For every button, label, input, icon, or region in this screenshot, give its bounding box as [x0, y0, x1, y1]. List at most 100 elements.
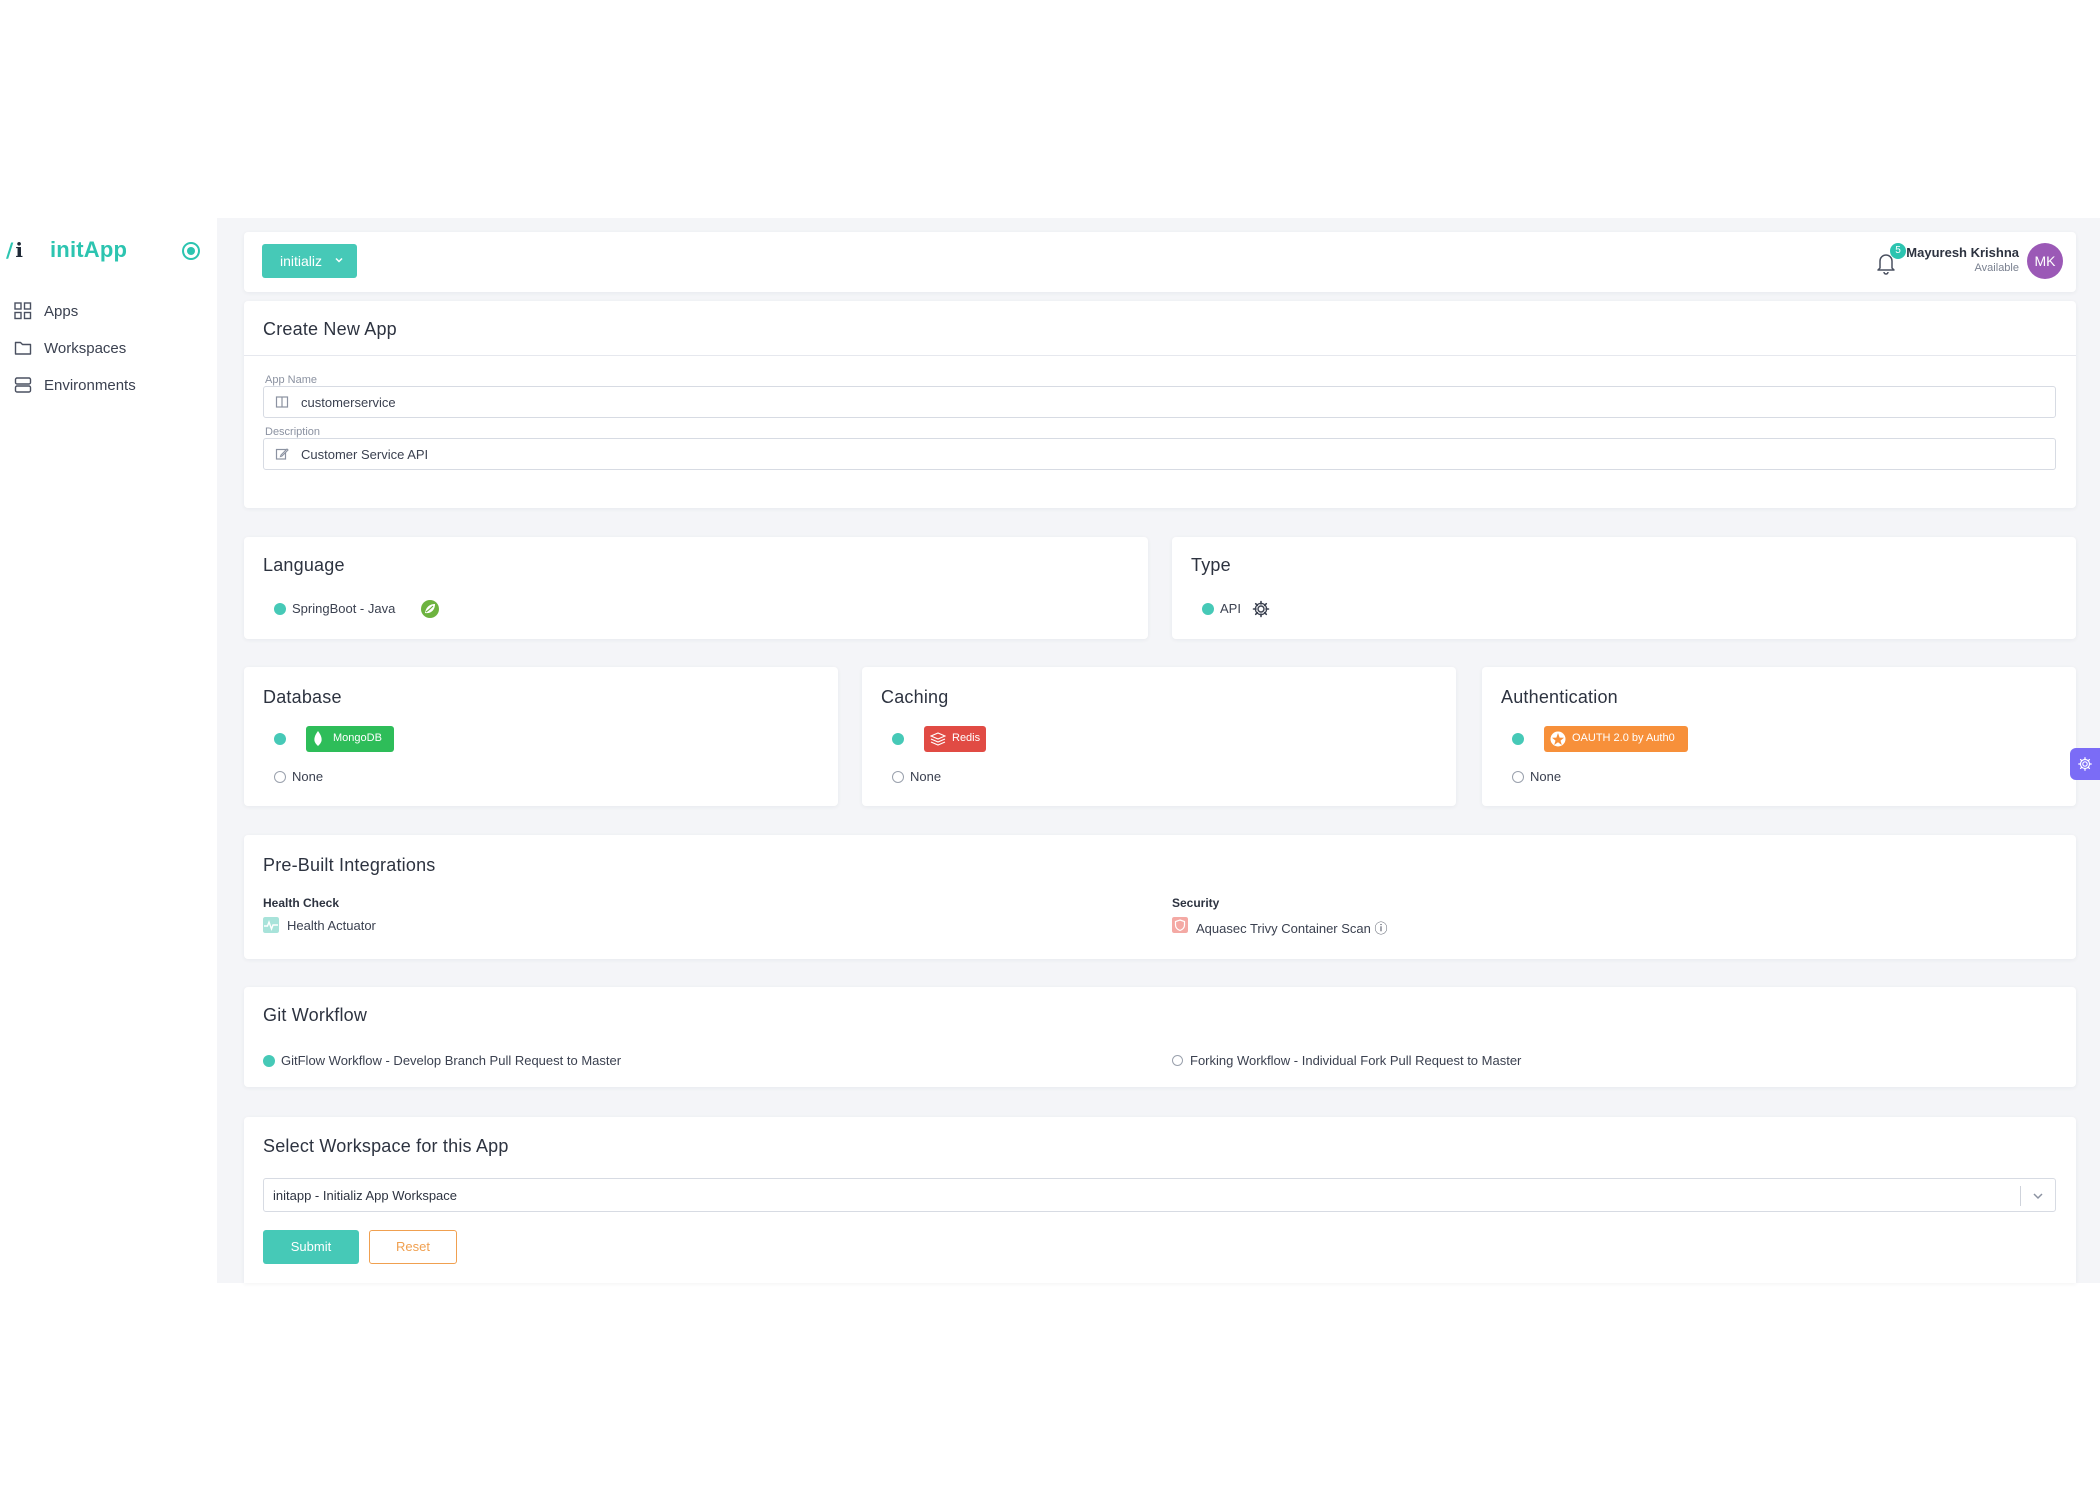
notification-badge: 5 [1890, 243, 1906, 259]
description-value: Customer Service API [301, 447, 429, 462]
card-title: Database [263, 687, 342, 707]
app-root: / i initApp Apps Workspaces Environments… [0, 218, 2100, 1283]
pill-label: Redis [952, 732, 981, 744]
redis-badge: Redis [924, 726, 986, 752]
workspace-select-value: initapp - Initializ App Workspace [273, 1188, 458, 1203]
radio-selected[interactable] [263, 1055, 275, 1067]
integrations-card: Pre-Built Integrations Health Check Heal… [244, 835, 2076, 959]
workspace-card: Select Workspace for this App initapp - … [244, 1117, 2076, 1283]
app-name-label: App Name [265, 374, 317, 386]
sidebar-item-label: Apps [44, 303, 79, 320]
health-check-heading: Health Check [263, 896, 340, 910]
pill-label: MongoDB [333, 732, 382, 744]
caching-option-redis[interactable]: Redis [892, 726, 1012, 752]
caching-card: Caching Redis None [862, 667, 1456, 806]
authentication-option-none[interactable]: None [1512, 767, 1592, 787]
authentication-card: Authentication OAUTH 2.0 by Auth0 None [1482, 667, 2076, 806]
grid-icon [14, 302, 32, 320]
git-workflow-card: Git Workflow GitFlow Workflow - Develop … [244, 987, 2076, 1087]
database-card: Database MongoDB None [244, 667, 838, 806]
brand-name: initApp [50, 237, 128, 262]
integration-label: Health Actuator [287, 918, 376, 933]
card-title: Select Workspace for this App [263, 1136, 509, 1156]
sidebar: / i initApp Apps Workspaces Environments [0, 218, 217, 1283]
language-option-springboot[interactable]: SpringBoot - Java [274, 599, 474, 619]
radio-unselected[interactable] [892, 771, 904, 783]
option-label: API [1220, 601, 1241, 616]
sidebar-item-label: Environments [44, 377, 136, 394]
radio-unselected[interactable] [1172, 1055, 1183, 1066]
radio-selected[interactable] [274, 603, 286, 615]
brand[interactable]: / i initApp [6, 236, 206, 266]
user-status: Available [1974, 262, 2019, 274]
edit-icon [275, 448, 289, 460]
top-bar: initializ 5 Mayuresh Krishna Available M… [244, 232, 2076, 292]
option-label: GitFlow Workflow - Develop Branch Pull R… [281, 1053, 622, 1068]
card-title: Create New App [263, 319, 397, 339]
pill-label: OAUTH 2.0 by Auth0 [1572, 732, 1675, 744]
auth0-shield-icon [1550, 731, 1566, 747]
chevron-down-icon[interactable] [2031, 1189, 2045, 1203]
book-icon [275, 396, 289, 408]
sidebar-item-workspaces[interactable]: Workspaces [14, 337, 204, 361]
divider [244, 355, 2076, 356]
gear-icon [1252, 600, 1270, 618]
radio-unselected[interactable] [1512, 771, 1524, 783]
type-option-api[interactable]: API [1202, 599, 1322, 619]
security-shield-icon [1172, 917, 1188, 933]
radio-selected[interactable] [274, 733, 286, 745]
avatar[interactable]: MK [2027, 243, 2063, 279]
app-name-value: customerservice [301, 395, 396, 410]
mongodb-badge: MongoDB [306, 726, 394, 752]
create-app-card: Create New App App Name customerservice … [244, 301, 2076, 508]
chevron-down-icon [335, 257, 343, 263]
option-label: SpringBoot - Java [292, 601, 396, 616]
database-option-none[interactable]: None [274, 767, 354, 787]
option-label: None [910, 769, 942, 784]
option-label: None [1530, 769, 1562, 784]
redis-stack-icon [930, 732, 946, 746]
card-title: Caching [881, 687, 949, 707]
spring-leaf-icon [421, 600, 439, 618]
folder-icon [14, 341, 32, 355]
card-title: Language [263, 555, 345, 575]
option-label: Forking Workflow - Individual Fork Pull … [1190, 1053, 1522, 1068]
integration-label: Aquasec Trivy Container Scan ⓘ [1196, 921, 1388, 936]
submit-button[interactable]: Submit [263, 1230, 359, 1264]
app-name-field[interactable]: customerservice [263, 386, 2056, 418]
type-card: Type API [1172, 537, 2076, 639]
gear-icon [2078, 757, 2092, 771]
language-card: Language SpringBoot - Java [244, 537, 1148, 639]
forking-workflow-option[interactable]: Forking Workflow - Individual Fork Pull … [1172, 1051, 1592, 1071]
user-name[interactable]: Mayuresh Krishna [1906, 245, 2019, 260]
select-separator [2020, 1186, 2021, 1206]
card-title: Authentication [1501, 687, 1618, 707]
mongodb-leaf-icon [314, 731, 322, 746]
reset-button[interactable]: Reset [369, 1230, 457, 1264]
settings-fab[interactable] [2070, 748, 2100, 780]
gitflow-option[interactable]: GitFlow Workflow - Develop Branch Pull R… [263, 1051, 683, 1071]
card-title: Pre-Built Integrations [263, 855, 436, 875]
description-field[interactable]: Customer Service API [263, 438, 2056, 470]
app-switcher-button[interactable]: initializ [262, 244, 357, 278]
caching-option-none[interactable]: None [892, 767, 972, 787]
description-label: Description [265, 426, 321, 438]
auth0-badge: OAUTH 2.0 by Auth0 [1544, 726, 1688, 752]
sidebar-item-label: Workspaces [44, 340, 127, 357]
radio-selected[interactable] [892, 733, 904, 745]
card-title: Type [1191, 555, 1231, 575]
radio-selected[interactable] [1512, 733, 1524, 745]
workspace-select[interactable]: initapp - Initializ App Workspace [263, 1178, 2056, 1212]
authentication-option-auth0[interactable]: OAUTH 2.0 by Auth0 [1512, 726, 1712, 752]
radio-unselected[interactable] [274, 771, 286, 783]
radio-selected[interactable] [1202, 603, 1214, 615]
sidebar-toggle-icon[interactable] [182, 242, 200, 260]
sidebar-item-environments[interactable]: Environments [14, 374, 204, 398]
card-title: Git Workflow [263, 1005, 368, 1025]
option-label: None [292, 769, 324, 784]
database-option-mongodb[interactable]: MongoDB [274, 726, 414, 752]
security-heading: Security [1172, 896, 1220, 910]
brand-logo: / i [6, 238, 23, 262]
app-switcher-label: initializ [280, 253, 323, 269]
sidebar-item-apps[interactable]: Apps [14, 300, 204, 324]
